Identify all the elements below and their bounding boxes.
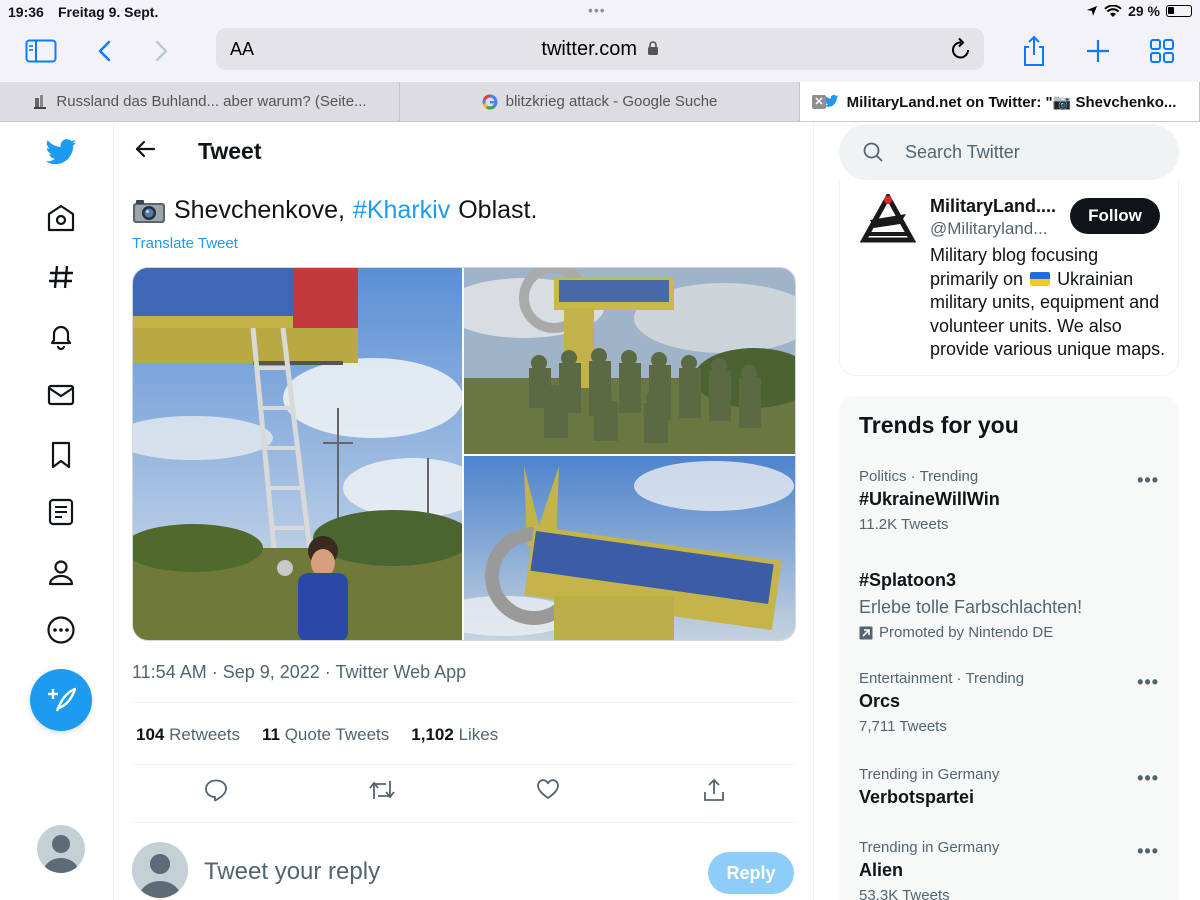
trend-item[interactable]: Trending in Germany Alien 53.3K Tweets •… bbox=[859, 839, 1159, 900]
close-tab-icon[interactable]: ✕ bbox=[812, 94, 826, 109]
promoted-icon bbox=[859, 626, 873, 639]
tweet-photo[interactable] bbox=[464, 268, 795, 454]
battery-percent: 29 % bbox=[1128, 3, 1160, 19]
tweet-photo[interactable] bbox=[133, 268, 462, 640]
tab-overview-icon[interactable] bbox=[1148, 36, 1176, 66]
battery-icon bbox=[1166, 5, 1192, 17]
like-heart-icon[interactable] bbox=[536, 778, 560, 805]
site-favicon-icon bbox=[32, 94, 48, 110]
search-icon bbox=[863, 142, 883, 167]
retweets-stat[interactable]: 104 Retweets bbox=[136, 725, 240, 745]
more-options-icon[interactable] bbox=[44, 613, 78, 647]
trend-item[interactable]: #Splatoon3 Erlebe tolle Farbschlachten! … bbox=[859, 566, 1159, 641]
reply-button[interactable]: Reply bbox=[708, 852, 794, 894]
url-text: twitter.com bbox=[541, 38, 637, 60]
more-options-icon[interactable]: ••• bbox=[1137, 470, 1159, 491]
page-title: Tweet bbox=[198, 138, 262, 164]
multitasking-dots-icon[interactable]: ••• bbox=[588, 2, 606, 18]
tab-russland[interactable]: Russland das Buhland... aber warum? (Sei… bbox=[0, 82, 400, 121]
account-avatar[interactable] bbox=[37, 825, 85, 873]
sidebar-toggle-icon[interactable] bbox=[24, 36, 58, 66]
tab-title: MilitaryLand.net on Twitter: "📷 Shevchen… bbox=[846, 93, 1177, 111]
quote-tweets-stat[interactable]: 11 Quote Tweets bbox=[262, 725, 389, 745]
compose-tweet-button[interactable] bbox=[30, 669, 92, 731]
retweet-icon[interactable] bbox=[368, 778, 396, 807]
new-tab-icon[interactable] bbox=[1084, 36, 1112, 66]
trends-panel: Trends for you Politics · Trending #Ukra… bbox=[839, 396, 1179, 900]
status-time: 19:36 bbox=[8, 4, 44, 20]
militaryland-logo[interactable] bbox=[859, 191, 917, 246]
feather-plus-icon bbox=[48, 687, 77, 712]
status-date: Freitag 9. Sept. bbox=[58, 4, 159, 20]
divider bbox=[132, 764, 796, 765]
more-options-icon[interactable]: ••• bbox=[1137, 841, 1159, 862]
follow-button[interactable]: Follow bbox=[1070, 198, 1160, 234]
tweet-text-part: Oblast. bbox=[458, 196, 538, 224]
translate-tweet-link[interactable]: Translate Tweet bbox=[132, 235, 238, 252]
profile-name[interactable]: MilitaryLand.... bbox=[930, 196, 1056, 217]
tab-title: Russland das Buhland... aber warum? (Sei… bbox=[56, 93, 367, 110]
home-icon[interactable] bbox=[44, 201, 78, 235]
reply-icon[interactable] bbox=[204, 778, 228, 807]
tweet-timestamp[interactable]: 11:54 AM · Sep 9, 2022 · Twitter Web App bbox=[132, 662, 466, 683]
camera-icon bbox=[133, 199, 165, 223]
twitter-logo-icon[interactable] bbox=[44, 136, 78, 170]
tweet-stats: 104 Retweets 11 Quote Tweets 1,102 Likes bbox=[136, 725, 498, 745]
trends-title: Trends for you bbox=[859, 412, 1019, 438]
google-icon bbox=[482, 94, 498, 110]
bookmarks-icon[interactable] bbox=[44, 438, 78, 472]
trend-item[interactable]: Entertainment · Trending Orcs 7,711 Twee… bbox=[859, 670, 1159, 735]
hashtag-link[interactable]: #Kharkiv bbox=[353, 196, 450, 225]
lists-icon[interactable] bbox=[44, 495, 78, 529]
search-input[interactable]: Search Twitter bbox=[839, 124, 1179, 180]
tweet-text-part: Shevchenkove, bbox=[174, 196, 345, 224]
tweet-actions bbox=[132, 774, 796, 810]
avatar bbox=[132, 842, 188, 898]
tab-title: blitzkrieg attack - Google Suche bbox=[505, 93, 718, 110]
share-icon[interactable] bbox=[702, 778, 726, 807]
reload-icon[interactable] bbox=[950, 37, 972, 66]
ukraine-flag-icon bbox=[1030, 271, 1051, 286]
twitter-left-nav bbox=[0, 122, 114, 900]
profile-icon[interactable] bbox=[44, 555, 78, 589]
back-arrow-icon[interactable] bbox=[92, 36, 116, 66]
profile-bio: Military blog focusing primarily on Ukra… bbox=[930, 245, 1166, 359]
tab-google-search[interactable]: blitzkrieg attack - Google Suche bbox=[400, 82, 800, 121]
divider bbox=[132, 822, 796, 823]
tweet-detail-column: Tweet Shevchenkove, #Kharkiv Oblast. Tra… bbox=[114, 122, 814, 900]
share-icon[interactable] bbox=[1020, 35, 1048, 66]
forward-arrow-icon[interactable] bbox=[150, 36, 174, 66]
reply-input[interactable]: Tweet your reply bbox=[204, 858, 380, 886]
explore-hashtag-icon[interactable] bbox=[44, 260, 78, 294]
search-placeholder: Search Twitter bbox=[905, 142, 1020, 162]
more-options-icon[interactable]: ••• bbox=[1137, 768, 1159, 789]
more-options-icon[interactable]: ••• bbox=[1137, 672, 1159, 693]
wifi-icon bbox=[1104, 4, 1122, 17]
profile-card: MilitaryLand.... @Militaryland... Follow… bbox=[839, 180, 1179, 376]
tab-militaryland-twitter[interactable]: ✕ MilitaryLand.net on Twitter: "📷 Shevch… bbox=[800, 82, 1200, 121]
tweet-photo[interactable] bbox=[464, 456, 795, 640]
messages-envelope-icon[interactable] bbox=[44, 378, 78, 412]
location-icon bbox=[1087, 6, 1098, 16]
profile-handle[interactable]: @Militaryland... bbox=[930, 219, 1047, 239]
notifications-bell-icon[interactable] bbox=[44, 319, 78, 353]
browser-tabs: Russland das Buhland... aber warum? (Sei… bbox=[0, 82, 1200, 122]
lock-icon bbox=[647, 41, 658, 55]
trend-item[interactable]: Trending in Germany Verbotspartei ••• bbox=[859, 766, 1159, 808]
status-bar: 19:36 Freitag 9. Sept. ••• 29 % bbox=[0, 0, 1200, 24]
back-arrow-icon[interactable] bbox=[134, 140, 156, 163]
address-bar[interactable]: AA twitter.com bbox=[216, 28, 984, 70]
likes-stat[interactable]: 1,102 Likes bbox=[411, 725, 498, 745]
browser-toolbar: AA twitter.com bbox=[0, 24, 1200, 82]
tweet-text: Shevchenkove, #Kharkiv Oblast. bbox=[132, 196, 537, 225]
tweet-media-grid bbox=[132, 267, 796, 641]
divider bbox=[132, 702, 796, 703]
trend-item[interactable]: Politics · Trending #UkraineWillWin 11.2… bbox=[859, 468, 1159, 533]
